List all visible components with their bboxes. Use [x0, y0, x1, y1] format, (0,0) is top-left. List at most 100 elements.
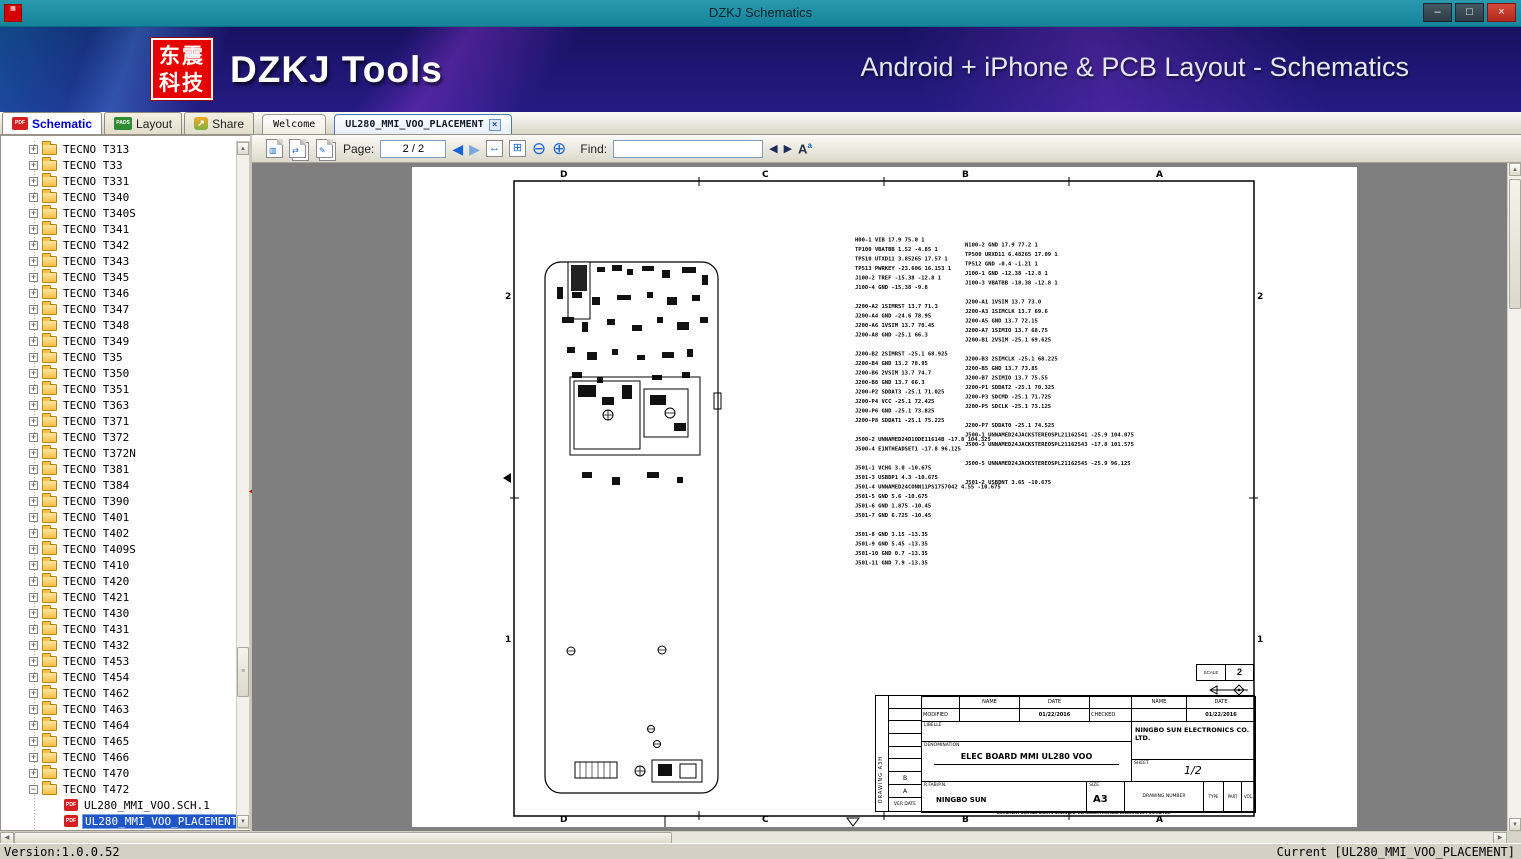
tree-item-label[interactable]: TECNO T381: [61, 463, 131, 476]
tree-item-label[interactable]: TECNO T432: [61, 639, 131, 652]
tree-item[interactable]: + TECNO T430: [2, 604, 235, 621]
tree-item-label[interactable]: TECNO T348: [61, 319, 131, 332]
tree-item[interactable]: + TECNO T464: [2, 716, 235, 733]
tree-item-label[interactable]: TECNO T351: [61, 383, 131, 396]
tree-item-label[interactable]: TECNO T470: [61, 767, 131, 780]
tree-item-label[interactable]: TECNO T409S: [61, 543, 138, 556]
tree-item-label[interactable]: TECNO T384: [61, 479, 131, 492]
document-scrollbar[interactable]: ▲ ▼: [1507, 163, 1521, 831]
tree-item-label[interactable]: TECNO T421: [61, 591, 131, 604]
expand-icon[interactable]: +: [29, 480, 38, 490]
expand-icon[interactable]: +: [29, 288, 38, 298]
expand-icon[interactable]: +: [29, 224, 38, 234]
tree-item[interactable]: + TECNO T341: [2, 220, 235, 237]
tree-item[interactable]: + TECNO T340S: [2, 204, 235, 221]
tree-item-label[interactable]: TECNO T343: [61, 255, 131, 268]
prev-page-button[interactable]: ◀: [452, 142, 463, 156]
tree-item-label[interactable]: TECNO T349: [61, 335, 131, 348]
tree-item-label[interactable]: TECNO T462: [61, 687, 131, 700]
tree-item-label[interactable]: TECNO T345: [61, 271, 131, 284]
expand-icon[interactable]: +: [29, 368, 38, 378]
tree-item[interactable]: + TECNO T313: [2, 140, 235, 157]
expand-icon[interactable]: +: [29, 752, 38, 762]
tree-item[interactable]: + TECNO T350: [2, 364, 235, 381]
expand-icon[interactable]: +: [29, 768, 38, 778]
expand-icon[interactable]: +: [29, 512, 38, 522]
tree-item-label[interactable]: TECNO T431: [61, 623, 131, 636]
tree-item-label[interactable]: TECNO T350: [61, 367, 131, 380]
tree-item[interactable]: + TECNO T372N: [2, 444, 235, 461]
expand-icon[interactable]: +: [29, 592, 38, 602]
document-canvas[interactable]: D C B A D C B A 2 1 2 1 H00-1 VIB 17.9 7…: [252, 163, 1521, 831]
tree-item[interactable]: + TECNO T33: [2, 156, 235, 173]
tree-item-label[interactable]: TECNO T402: [61, 527, 131, 540]
tree-item[interactable]: + TECNO T390: [2, 492, 235, 509]
tree-item[interactable]: − TECNO T472: [2, 780, 235, 797]
find-next-icon[interactable]: ▶: [784, 142, 792, 155]
expand-icon[interactable]: +: [29, 704, 38, 714]
expand-icon[interactable]: +: [29, 720, 38, 730]
expand-icon[interactable]: +: [29, 272, 38, 282]
tree-item[interactable]: + TECNO T331: [2, 172, 235, 189]
schematic-page[interactable]: D C B A D C B A 2 1 2 1 H00-1 VIB 17.9 7…: [412, 167, 1357, 827]
tree-item-label[interactable]: UL280_MMI_VOO.SCH.1: [82, 799, 212, 812]
tree-item[interactable]: + TECNO T347: [2, 300, 235, 317]
tree-item[interactable]: + TECNO T420: [2, 572, 235, 589]
tree-item[interactable]: + TECNO T401: [2, 508, 235, 525]
font-size-icon[interactable]: Aa: [798, 141, 812, 156]
tree-item-label[interactable]: TECNO T363: [61, 399, 131, 412]
expand-icon[interactable]: +: [29, 688, 38, 698]
tree-item-label[interactable]: TECNO T33: [61, 159, 125, 172]
tree-item-label[interactable]: TECNO T401: [61, 511, 131, 524]
snapshot-icon[interactable]: ✎: [316, 139, 333, 158]
tree-item[interactable]: + TECNO T454: [2, 668, 235, 685]
tree-item[interactable]: + TECNO T340: [2, 188, 235, 205]
tree-item-label[interactable]: TECNO T372: [61, 431, 131, 444]
expand-icon[interactable]: +: [29, 176, 38, 186]
export-page-icon[interactable]: ▥: [266, 139, 283, 158]
fit-page-icon[interactable]: ⊞: [508, 140, 526, 157]
tree-item[interactable]: + TECNO T453: [2, 652, 235, 669]
zoom-in-button[interactable]: ⊕: [552, 140, 566, 157]
tree-item-label[interactable]: TECNO T342: [61, 239, 131, 252]
tree-item-label[interactable]: TECNO T347: [61, 303, 131, 316]
expand-icon[interactable]: +: [29, 352, 38, 362]
tree-item-label[interactable]: TECNO T454: [61, 671, 131, 684]
expand-icon[interactable]: +: [29, 496, 38, 506]
scroll-up-icon[interactable]: ▲: [1509, 163, 1521, 176]
scroll-thumb[interactable]: [1509, 179, 1521, 309]
tree-item-label[interactable]: UL280_MMI_VOO_PLACEMENT: [82, 813, 241, 829]
expand-icon[interactable]: +: [29, 432, 38, 442]
tree-item[interactable]: + TECNO T371: [2, 412, 235, 429]
expand-icon[interactable]: +: [29, 448, 38, 458]
expand-icon[interactable]: +: [29, 672, 38, 682]
tree-item[interactable]: + TECNO T421: [2, 588, 235, 605]
tree-item[interactable]: + TECNO T463: [2, 700, 235, 717]
tree-item-label[interactable]: TECNO T420: [61, 575, 131, 588]
expand-icon[interactable]: +: [29, 464, 38, 474]
tree-item[interactable]: + TECNO T351: [2, 380, 235, 397]
tree-item[interactable]: + TECNO T466: [2, 748, 235, 765]
tree-item-label[interactable]: TECNO T341: [61, 223, 131, 236]
expand-icon[interactable]: +: [29, 416, 38, 426]
tree-item-label[interactable]: TECNO T464: [61, 719, 131, 732]
zoom-out-button[interactable]: ⊖: [532, 140, 546, 157]
tab-schematic[interactable]: PDF Schematic: [2, 112, 103, 134]
tree-item-label[interactable]: TECNO T430: [61, 607, 131, 620]
scroll-up-icon[interactable]: ▲: [237, 142, 249, 155]
expand-icon[interactable]: +: [29, 240, 38, 250]
tree-item-label[interactable]: TECNO T331: [61, 175, 131, 188]
expand-icon[interactable]: +: [29, 208, 38, 218]
tree-item-label[interactable]: TECNO T340: [61, 191, 131, 204]
tree-item[interactable]: + TECNO T384: [2, 476, 235, 493]
scroll-thumb[interactable]: ≡: [237, 647, 249, 697]
tree-item[interactable]: PDF UL280_MMI_VOO.SCH.1: [2, 797, 235, 813]
expand-icon[interactable]: +: [29, 624, 38, 634]
tree-item-label[interactable]: TECNO T472: [61, 783, 131, 796]
expand-icon[interactable]: +: [29, 576, 38, 586]
tree-item[interactable]: + TECNO T343: [2, 252, 235, 269]
tab-welcome[interactable]: Welcome: [262, 114, 327, 134]
tree-item[interactable]: + TECNO T342: [2, 236, 235, 253]
expand-icon[interactable]: +: [29, 160, 38, 170]
find-prev-icon[interactable]: ◀: [769, 142, 777, 155]
